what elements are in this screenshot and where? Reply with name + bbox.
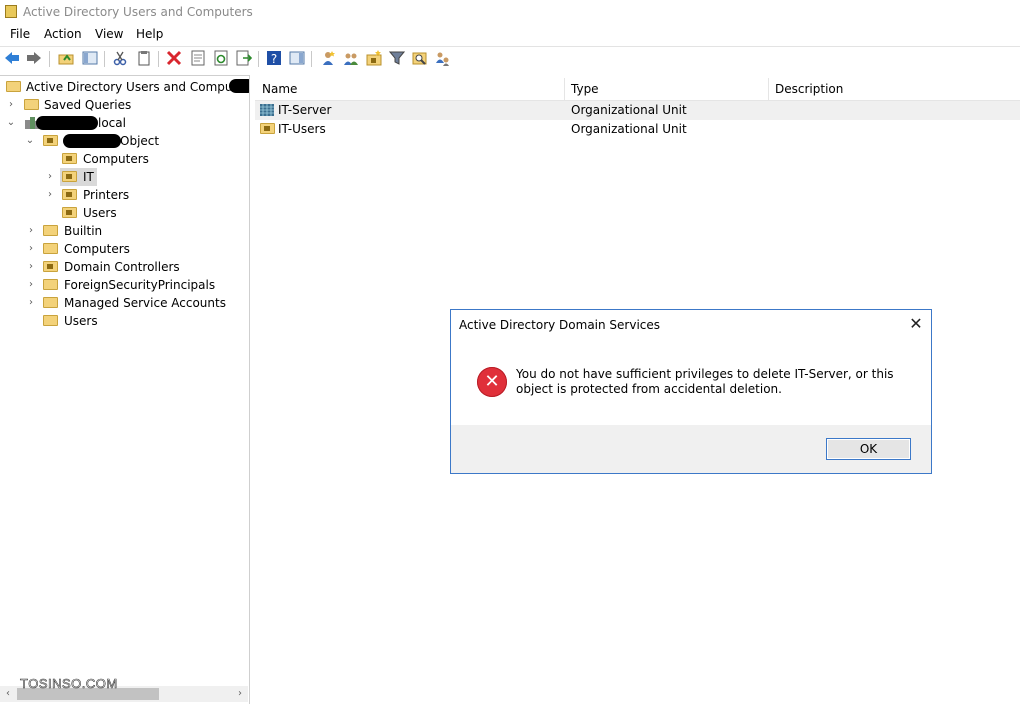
folder-icon [24, 99, 39, 110]
column-divider[interactable] [564, 78, 565, 100]
menu-file[interactable]: File [10, 27, 30, 41]
title-bar: Active Directory Users and Computers [0, 0, 1020, 24]
back-arrow-icon[interactable] [4, 50, 20, 66]
export-list-icon[interactable] [236, 50, 252, 66]
scroll-left-icon[interactable]: ‹ [1, 686, 15, 702]
tree-root-label: Active Directory Users and Computers [ [26, 80, 250, 94]
toolbar-separator [258, 51, 259, 67]
folder-icon [43, 243, 58, 254]
tree-item-label: ForeignSecurityPrincipals [64, 278, 216, 292]
chevron-right-icon[interactable]: › [6, 96, 16, 114]
tree-item-label: Builtin [64, 224, 103, 238]
tree-item-label: Object [120, 134, 160, 148]
row-name: IT-Server [278, 103, 332, 117]
dialog-footer: OK [451, 425, 931, 473]
menu-help[interactable]: Help [136, 27, 163, 41]
tree-item-label: Domain Controllers [64, 260, 180, 274]
chevron-right-icon[interactable]: › [26, 258, 36, 276]
console-tree[interactable]: Active Directory Users and Computers [ ›… [0, 75, 250, 704]
folder-icon [43, 279, 58, 290]
column-divider[interactable] [768, 78, 769, 100]
snapin-icon [6, 81, 21, 92]
delete-icon[interactable] [166, 50, 182, 66]
ou-icon [62, 189, 77, 200]
copy-icon[interactable] [136, 50, 152, 66]
new-ou-icon[interactable] [366, 50, 382, 66]
menu-action[interactable]: Action [44, 27, 82, 41]
new-user-icon[interactable] [320, 50, 336, 66]
ou-icon [260, 123, 275, 134]
column-header-type[interactable]: Type [571, 82, 599, 96]
find-icon[interactable] [412, 50, 428, 66]
tree-item-label: Printers [83, 188, 130, 202]
forward-arrow-icon[interactable] [26, 50, 42, 66]
folder-icon [43, 297, 58, 308]
tree-item-label: Saved Queries [44, 98, 132, 112]
toolbar-separator [49, 51, 50, 67]
row-name: IT-Users [278, 122, 326, 136]
error-icon: ✕ [477, 367, 507, 397]
chevron-right-icon[interactable]: › [45, 168, 55, 186]
new-group-icon[interactable] [343, 50, 359, 66]
ou-icon [260, 104, 274, 116]
tree-item-label: Computers [64, 242, 130, 256]
tree-item-label: Users [64, 314, 98, 328]
chevron-right-icon[interactable]: › [26, 240, 36, 258]
row-type: Organizational Unit [571, 122, 687, 136]
chevron-right-icon[interactable]: › [26, 294, 36, 312]
column-header-name[interactable]: Name [262, 82, 297, 96]
redaction [229, 79, 249, 93]
column-header-description[interactable]: Description [775, 82, 843, 96]
menu-view[interactable]: View [95, 27, 123, 41]
up-folder-icon[interactable] [58, 50, 74, 66]
toolbar-separator [158, 51, 159, 67]
ok-button[interactable]: OK [826, 438, 911, 460]
redaction [36, 116, 98, 130]
chevron-down-icon[interactable]: ⌄ [25, 132, 35, 150]
show-action-pane-icon[interactable] [289, 50, 305, 66]
menu-bar: File Action View Help [0, 24, 1020, 44]
folder-icon [43, 225, 58, 236]
svg-text:?: ? [271, 52, 277, 66]
close-icon[interactable]: ✕ [905, 313, 927, 335]
chevron-right-icon[interactable]: › [45, 186, 55, 204]
ou-icon [62, 153, 77, 164]
toolbar-separator [104, 51, 105, 67]
window-title: Active Directory Users and Computers [23, 5, 253, 19]
add-to-group-icon[interactable] [435, 50, 451, 66]
chevron-right-icon[interactable]: › [26, 276, 36, 294]
ou-icon [62, 207, 77, 218]
refresh-icon[interactable] [213, 50, 229, 66]
tree-item-label: IT [83, 170, 94, 184]
toolbar-separator [311, 51, 312, 67]
properties-icon[interactable] [190, 50, 206, 66]
show-console-tree-icon[interactable] [82, 50, 98, 66]
app-icon [5, 5, 17, 18]
tree-item-label: Users [83, 206, 117, 220]
chevron-right-icon[interactable]: › [26, 222, 36, 240]
filter-icon[interactable] [389, 50, 405, 66]
redaction [63, 134, 121, 148]
cut-icon[interactable] [112, 50, 128, 66]
ou-icon [43, 135, 58, 146]
tree-item-label: local [98, 116, 126, 130]
row-type: Organizational Unit [571, 103, 687, 117]
table-row[interactable]: IT-Users Organizational Unit [255, 120, 1020, 139]
table-row[interactable]: IT-Server Organizational Unit [255, 101, 1020, 120]
help-icon[interactable]: ? [266, 50, 282, 66]
tree-item-label: Managed Service Accounts [64, 296, 226, 310]
error-dialog: Active Directory Domain Services ✕ ✕ You… [450, 309, 932, 474]
dialog-title: Active Directory Domain Services [459, 318, 661, 332]
tree-item-label: Computers [83, 152, 149, 166]
toolbar: ? [0, 46, 1020, 71]
ou-icon [43, 261, 58, 272]
folder-icon [43, 315, 58, 326]
ou-icon [62, 171, 77, 182]
list-header: Name Type Description [255, 78, 1020, 101]
scroll-right-icon[interactable]: › [233, 686, 247, 702]
chevron-down-icon[interactable]: ⌄ [6, 114, 16, 132]
dialog-message: You do not have sufficient privileges to… [516, 367, 894, 396]
watermark: TOSINSO.COM [20, 676, 118, 692]
